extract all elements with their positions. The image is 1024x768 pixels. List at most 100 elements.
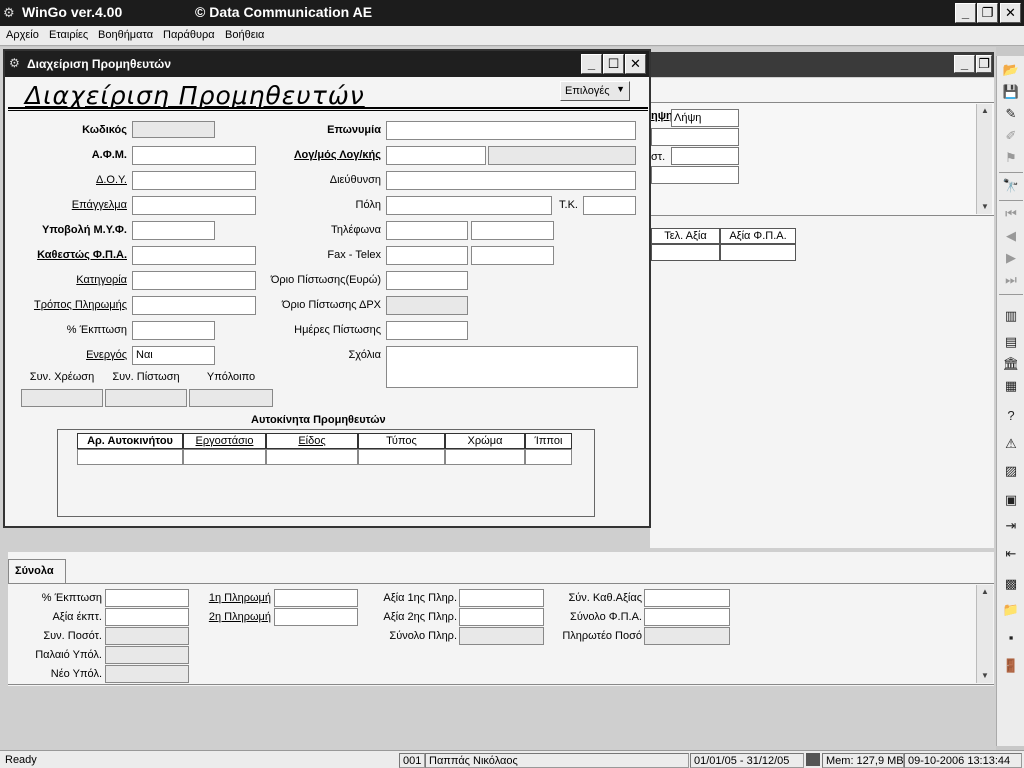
zip-field[interactable] — [583, 196, 636, 215]
bg-vertical-scrollbar[interactable]: ▲ ▼ — [976, 104, 992, 214]
edit-icon[interactable]: ✐ — [999, 126, 1023, 146]
bg-minimize-button[interactable]: _ — [954, 55, 975, 73]
vat-total-field[interactable] — [644, 608, 730, 626]
discount-field[interactable] — [132, 321, 215, 340]
menu-help[interactable]: Βοήθεια — [225, 29, 264, 41]
scroll-down-icon[interactable]: ▼ — [977, 669, 993, 683]
address-field[interactable] — [386, 171, 636, 190]
afm-field[interactable] — [132, 146, 256, 165]
tab-totals[interactable]: Σύνολα — [8, 559, 66, 584]
label-profession[interactable]: Επάγγελμα — [72, 199, 127, 211]
cars-grid-cell[interactable] — [525, 449, 572, 465]
second-payment-field[interactable] — [274, 608, 358, 626]
active-field[interactable]: Ναι — [132, 346, 215, 365]
label-second-payment[interactable]: 2η Πληρωμή — [209, 611, 271, 623]
payment-method-field[interactable] — [132, 296, 256, 315]
eraser-icon[interactable]: ✎ — [999, 104, 1023, 124]
login-icon[interactable]: ⇥ — [999, 516, 1023, 536]
help-icon[interactable]: ? — [999, 406, 1023, 426]
bg-input-4[interactable] — [651, 166, 739, 184]
first-payment-field[interactable] — [274, 589, 358, 607]
credit-limit-eur-field[interactable] — [386, 271, 468, 290]
comments-textarea[interactable] — [386, 346, 638, 388]
warning-icon[interactable]: ⚠ — [999, 434, 1023, 454]
menu-windows[interactable]: Παράθυρα — [163, 29, 215, 41]
name-field[interactable] — [386, 121, 636, 140]
cars-header-factory[interactable]: Εργοστάσιο — [183, 433, 266, 449]
label-active[interactable]: Ενεργός — [86, 349, 127, 361]
phone-2-field[interactable] — [471, 221, 554, 240]
previous-record-icon[interactable]: ◀ — [999, 226, 1023, 246]
dialog-close-button[interactable]: ✕ — [625, 54, 646, 74]
bg-grid-header-total[interactable]: Τελ. Αξία — [651, 228, 720, 244]
second-payment-value-field[interactable] — [459, 608, 544, 626]
calculator-icon[interactable]: ▦ — [999, 376, 1023, 396]
folder-icon[interactable]: 📁 — [999, 600, 1023, 620]
credit-days-field[interactable] — [386, 321, 468, 340]
totals-vertical-scrollbar[interactable]: ▲ ▼ — [976, 585, 993, 683]
label-first-payment[interactable]: 1η Πληρωμή — [209, 592, 271, 604]
low-discount-field[interactable] — [105, 589, 189, 607]
logout-icon[interactable]: ⇤ — [999, 544, 1023, 564]
net-total-field[interactable] — [644, 589, 730, 607]
exit-door-icon[interactable]: 🚪 — [999, 656, 1023, 676]
bg-input-3[interactable] — [671, 147, 739, 165]
menu-companies[interactable]: Εταιρίες — [49, 29, 88, 41]
vat-status-field[interactable] — [132, 246, 256, 265]
app-icon[interactable]: ⚙ — [3, 5, 19, 21]
building-icon[interactable]: 🏛 — [999, 354, 1023, 374]
binoculars-icon[interactable]: 🔭 — [999, 176, 1023, 196]
cars-grid-cell[interactable] — [358, 449, 445, 465]
open-folder-icon[interactable]: 📂 — [999, 60, 1023, 80]
cars-grid-cell[interactable] — [77, 449, 183, 465]
report-icon[interactable]: ▨ — [999, 461, 1023, 481]
dialog-titlebar[interactable]: ⚙ Διαχείριση Προμηθευτών _ ☐ ✕ — [5, 51, 649, 77]
category-field[interactable] — [132, 271, 256, 290]
document-icon[interactable]: ▤ — [999, 332, 1023, 352]
next-record-icon[interactable]: ▶ — [999, 248, 1023, 268]
scroll-up-icon[interactable]: ▲ — [977, 585, 993, 599]
image-icon[interactable]: ▣ — [999, 490, 1023, 510]
columns-icon[interactable]: ▥ — [999, 306, 1023, 326]
save-icon[interactable]: 💾 — [999, 82, 1023, 102]
bg-input-2[interactable] — [651, 128, 739, 146]
cars-header-plate[interactable]: Αρ. Αυτοκινήτου — [77, 433, 183, 449]
cars-grid-cell[interactable] — [445, 449, 525, 465]
app-restore-button[interactable]: ❐ — [977, 3, 998, 23]
cars-header-hp[interactable]: Ίπποι — [525, 433, 572, 449]
label-doy[interactable]: Δ.Ο.Υ. — [96, 174, 127, 186]
phone-1-field[interactable] — [386, 221, 468, 240]
cars-grid-cell[interactable] — [266, 449, 358, 465]
doy-field[interactable] — [132, 171, 256, 190]
label-account[interactable]: Λογ/μός Λογ/κής — [294, 149, 381, 161]
first-record-icon[interactable]: ⏮ — [999, 204, 1023, 224]
scroll-down-icon[interactable]: ▼ — [977, 200, 993, 214]
bg-grid-cell[interactable] — [720, 244, 796, 261]
cars-header-kind[interactable]: Είδος — [266, 433, 358, 449]
cars-header-type[interactable]: Τύπος — [358, 433, 445, 449]
bg-restore-button[interactable]: ❐ — [976, 55, 992, 73]
label-vat-status[interactable]: Καθεστώς Φ.Π.Α. — [37, 249, 127, 261]
app-minimize-button[interactable]: _ — [955, 3, 976, 23]
label-payment-method[interactable]: Τρόπος Πληρωμής — [34, 299, 127, 311]
menu-file[interactable]: Αρχείο — [6, 29, 39, 41]
options-dropdown-button[interactable]: Επιλογές ▼ — [560, 81, 630, 101]
last-record-icon[interactable]: ⏭ — [999, 270, 1023, 290]
profession-field[interactable] — [132, 196, 256, 215]
fax-2-field[interactable] — [471, 246, 554, 265]
dialog-app-icon[interactable]: ⚙ — [9, 56, 20, 70]
menu-utilities[interactable]: Βοηθήματα — [98, 29, 153, 41]
discount-value-field[interactable] — [105, 608, 189, 626]
bg-input-receipt[interactable]: Λήψη — [671, 109, 739, 127]
dialog-maximize-button[interactable]: ☐ — [603, 54, 624, 74]
scroll-up-icon[interactable]: ▲ — [977, 104, 993, 118]
background-window-titlebar[interactable]: _ ❐ — [650, 52, 994, 77]
bg-grid-header-vat[interactable]: Αξία Φ.Π.Α. — [720, 228, 796, 244]
fax-1-field[interactable] — [386, 246, 468, 265]
myf-field[interactable] — [132, 221, 215, 240]
cars-grid-cell[interactable] — [183, 449, 266, 465]
computer-icon[interactable]: ▪ — [999, 628, 1023, 648]
label-category[interactable]: Κατηγορία — [76, 274, 127, 286]
first-payment-value-field[interactable] — [459, 589, 544, 607]
cars-header-color[interactable]: Χρώμα — [445, 433, 525, 449]
